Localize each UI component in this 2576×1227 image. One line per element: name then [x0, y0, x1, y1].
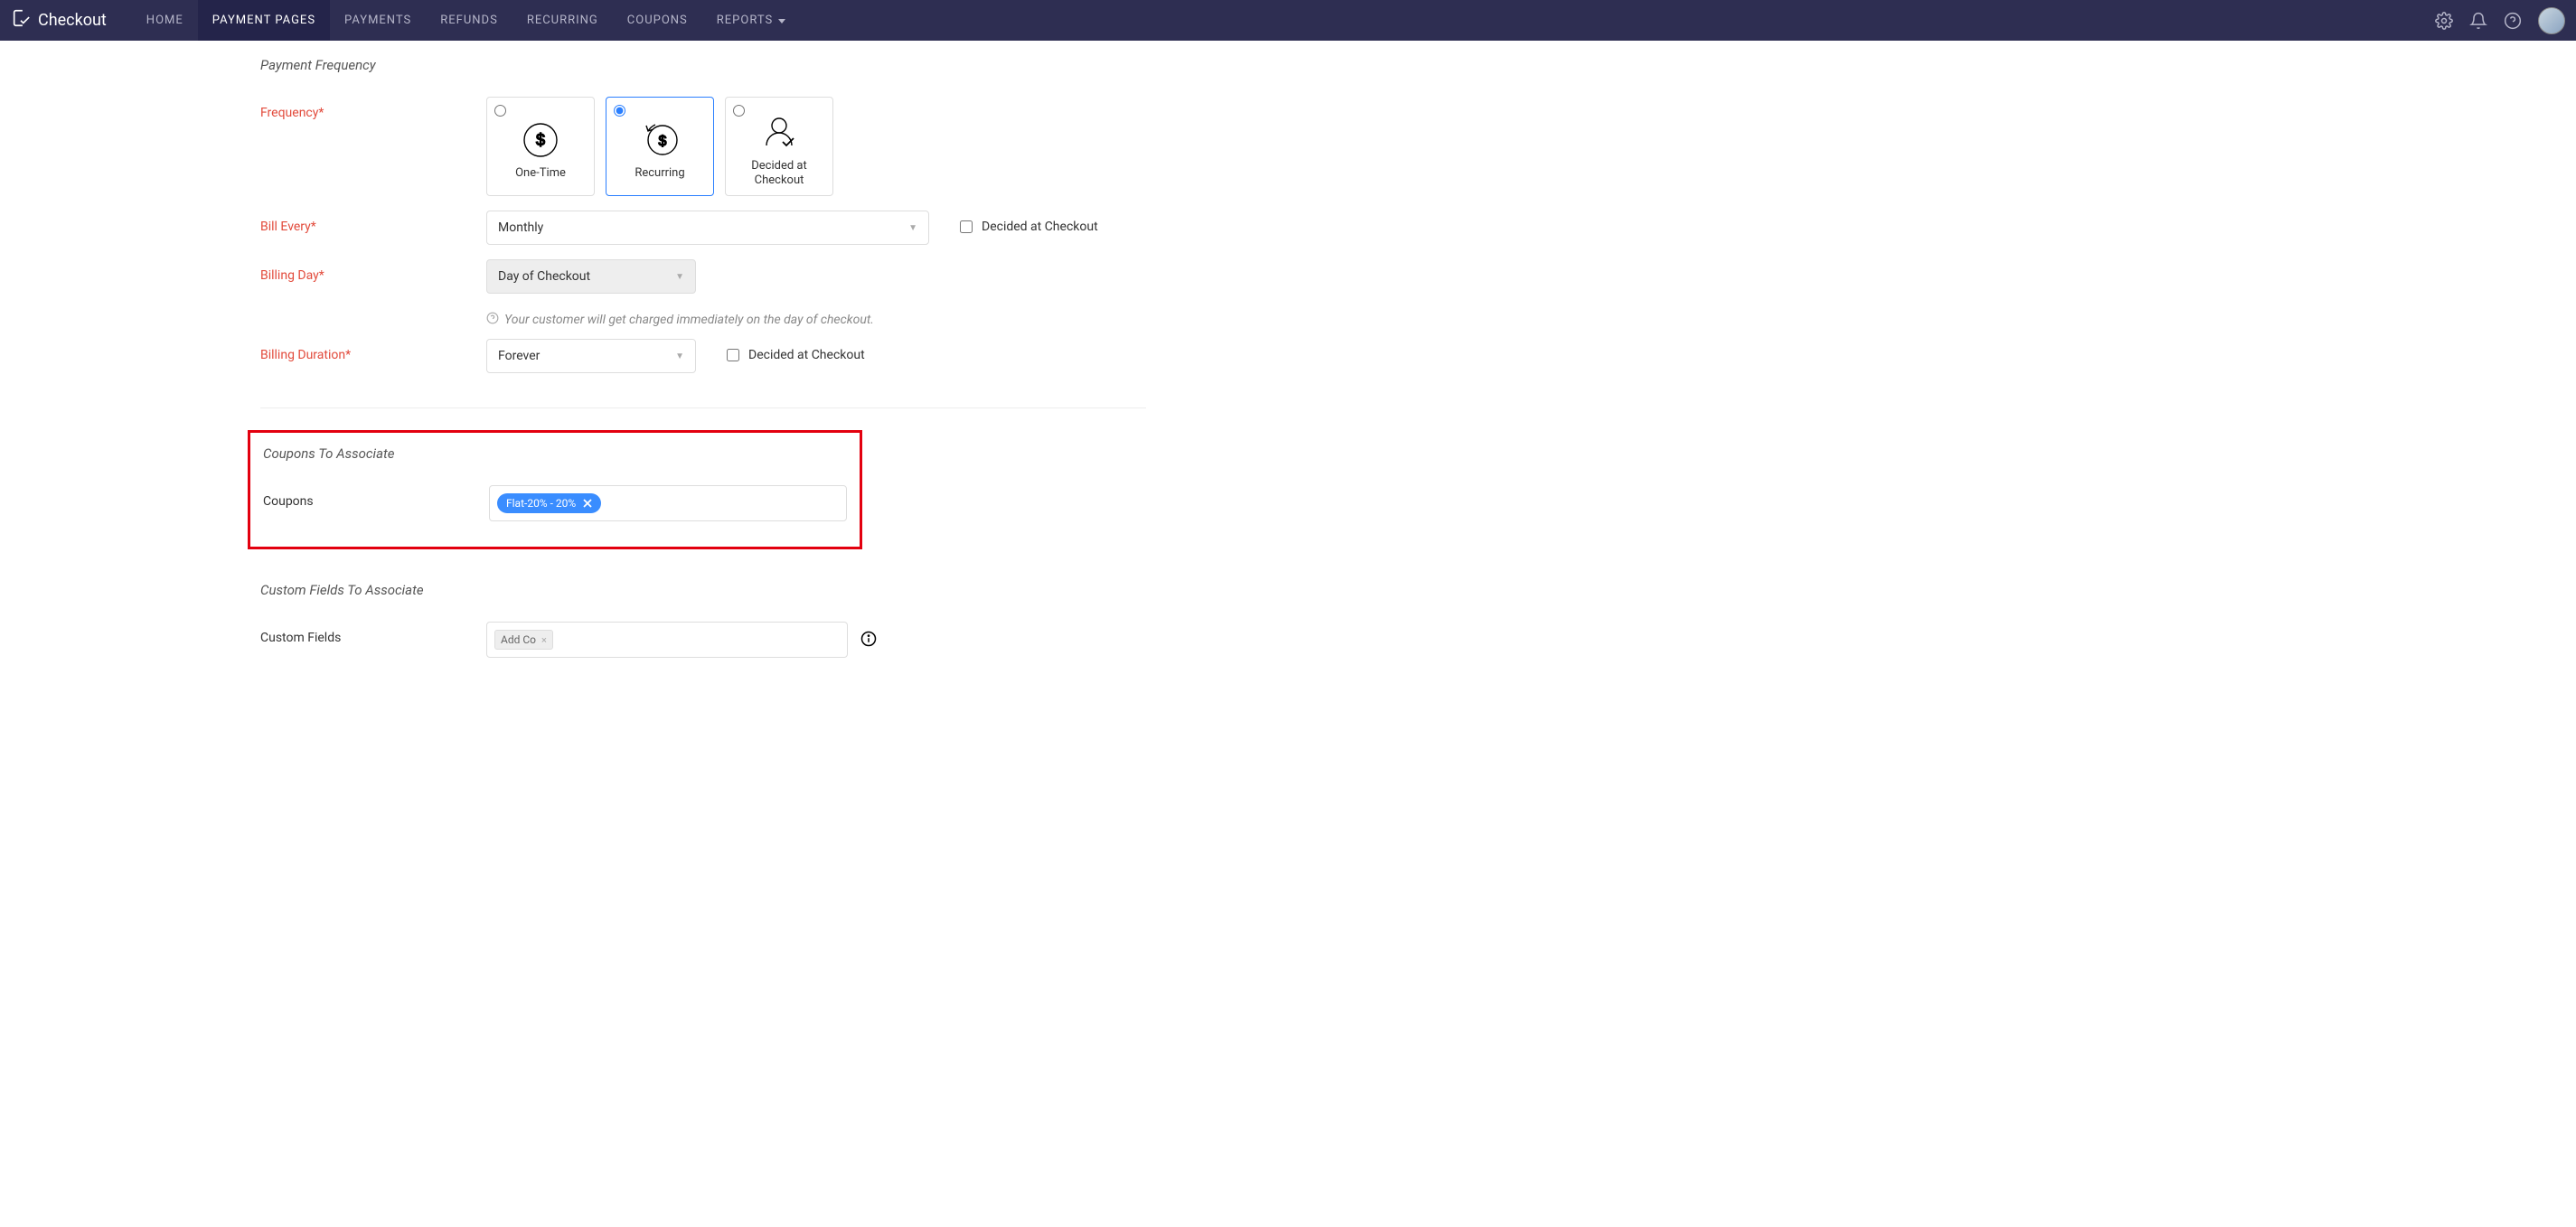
nav-coupons[interactable]: COUPONS: [613, 0, 702, 41]
frequency-decided-checkout[interactable]: Decided at Checkout: [725, 97, 833, 196]
svg-text:$: $: [659, 134, 667, 149]
top-nav: Checkout HOME PAYMENT PAGES PAYMENTS REF…: [0, 0, 2576, 41]
nav-items: HOME PAYMENT PAGES PAYMENTS REFUNDS RECU…: [132, 0, 800, 41]
page-body: Payment Frequency Frequency* $ One-Time: [0, 41, 2576, 701]
one-time-label: One-Time: [508, 161, 573, 181]
nav-recurring[interactable]: RECURRING: [512, 0, 613, 41]
billing-day-row: Billing Day* Day of Checkout ▼: [260, 252, 2576, 301]
bill-every-label: Bill Every*: [260, 211, 486, 234]
billing-day-value: Day of Checkout: [498, 269, 590, 284]
dollar-circle-icon: $: [522, 119, 559, 161]
custom-fields-row: Custom Fields Add Co ×: [260, 614, 2576, 665]
recurring-label: Recurring: [627, 161, 691, 181]
billing-duration-select[interactable]: Forever ▼: [486, 339, 696, 373]
bell-icon[interactable]: [2469, 12, 2487, 30]
billing-duration-row: Billing Duration* Forever ▼ Decided at C…: [260, 332, 2576, 380]
frequency-recurring-radio[interactable]: [614, 105, 625, 117]
custom-field-tag: Add Co ×: [494, 630, 553, 650]
nav-refunds[interactable]: REFUNDS: [426, 0, 512, 41]
billing-day-hint: Your customer will get charged immediate…: [486, 312, 2576, 328]
frequency-recurring[interactable]: $ Recurring: [606, 97, 714, 196]
nav-payment-pages[interactable]: PAYMENT PAGES: [198, 0, 330, 41]
coupon-tag-text: Flat-20% - 20%: [506, 497, 576, 510]
svg-text:$: $: [536, 131, 545, 149]
frequency-row: Frequency* $ One-Time: [260, 89, 2576, 203]
bill-every-row: Bill Every* Monthly ▼ Decided at Checkou…: [260, 203, 2576, 252]
question-icon: [486, 312, 499, 328]
remove-coupon-icon[interactable]: [583, 499, 592, 508]
frequency-options: $ One-Time $ Recurri: [486, 97, 2576, 196]
bill-every-decided-checkbox[interactable]: [960, 220, 973, 233]
coupon-tag: Flat-20% - 20%: [497, 493, 601, 513]
decided-checkout-label: Decided at Checkout: [726, 154, 832, 187]
payment-frequency-heading: Payment Frequency: [260, 50, 2576, 89]
bill-every-decided-checkout[interactable]: Decided at Checkout: [960, 211, 1098, 234]
nav-reports[interactable]: REPORTS: [702, 0, 800, 41]
billing-duration-decided-checkbox[interactable]: [727, 349, 739, 361]
decided-checkout-text: Decided at Checkout: [748, 348, 865, 362]
section-divider: [260, 407, 1146, 408]
settings-icon[interactable]: [2435, 12, 2453, 30]
billing-day-select[interactable]: Day of Checkout ▼: [486, 259, 696, 294]
frequency-label: Frequency*: [260, 97, 486, 120]
help-icon[interactable]: [2504, 12, 2522, 30]
caret-down-icon: ▼: [675, 272, 684, 282]
frequency-decided-checkout-radio[interactable]: [733, 105, 745, 117]
coupons-input[interactable]: Flat-20% - 20%: [489, 485, 847, 521]
frequency-one-time[interactable]: $ One-Time: [486, 97, 595, 196]
coupons-section-highlight: Coupons To Associate Coupons Flat-20% - …: [248, 430, 862, 549]
user-check-icon: [759, 112, 799, 154]
billing-duration-decided-checkout[interactable]: Decided at Checkout: [727, 339, 865, 362]
coupons-heading: Coupons To Associate: [263, 445, 847, 478]
caret-down-icon: ▼: [675, 351, 684, 361]
caret-down-icon: [778, 14, 785, 27]
billing-duration-value: Forever: [498, 349, 540, 363]
billing-day-label: Billing Day*: [260, 259, 486, 283]
info-icon[interactable]: [860, 622, 877, 647]
checkout-logo-icon: [11, 8, 31, 33]
coupons-row: Coupons Flat-20% - 20%: [263, 478, 847, 529]
custom-fields-heading: Custom Fields To Associate: [260, 575, 2576, 614]
decided-checkout-text: Decided at Checkout: [982, 220, 1098, 234]
nav-home[interactable]: HOME: [132, 0, 198, 41]
custom-field-tag-text: Add Co: [501, 633, 536, 646]
app-logo[interactable]: Checkout: [11, 8, 107, 33]
coupons-label: Coupons: [263, 485, 489, 509]
recurring-dollar-icon: $: [639, 119, 681, 161]
app-name: Checkout: [38, 11, 107, 30]
remove-custom-field-icon[interactable]: ×: [541, 634, 547, 646]
avatar[interactable]: [2538, 7, 2565, 34]
billing-duration-label: Billing Duration*: [260, 339, 486, 362]
nav-payments[interactable]: PAYMENTS: [330, 0, 426, 41]
caret-down-icon: ▼: [908, 223, 917, 233]
custom-fields-label: Custom Fields: [260, 622, 486, 645]
bill-every-select[interactable]: Monthly ▼: [486, 211, 929, 245]
custom-fields-input[interactable]: Add Co ×: [486, 622, 848, 658]
billing-day-hint-text: Your customer will get charged immediate…: [504, 313, 874, 327]
frequency-one-time-radio[interactable]: [494, 105, 506, 117]
nav-right: [2435, 7, 2565, 34]
bill-every-value: Monthly: [498, 220, 543, 235]
